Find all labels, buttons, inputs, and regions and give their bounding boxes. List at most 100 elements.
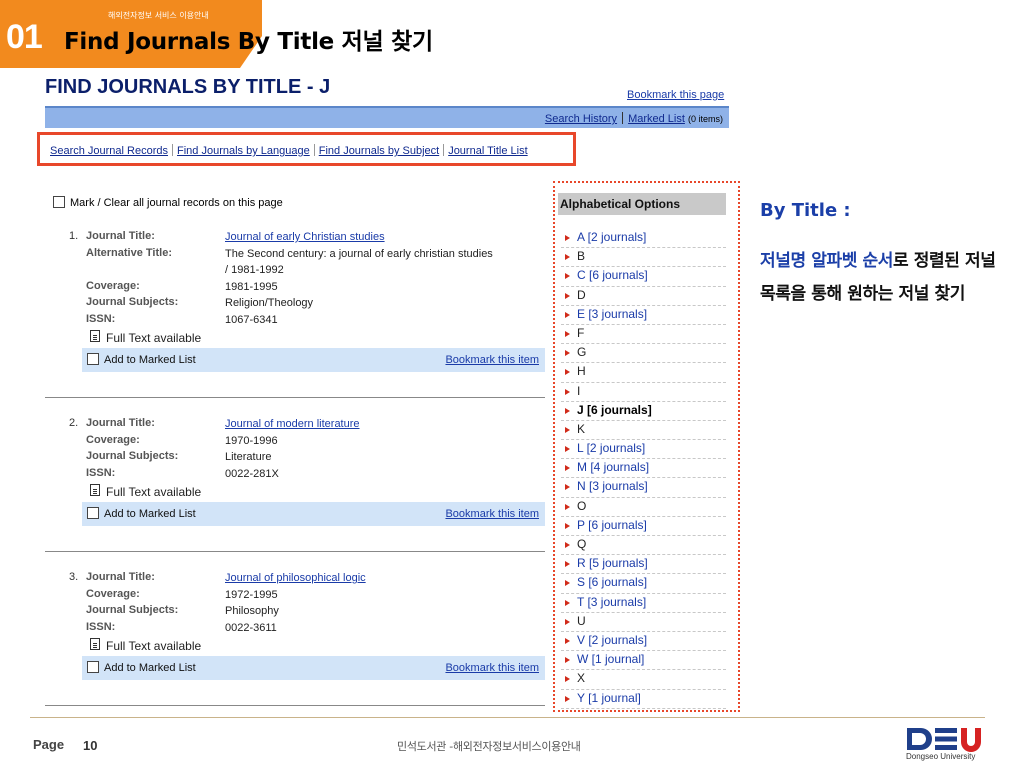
page-heading: FIND JOURNALS BY TITLE - J: [45, 76, 331, 98]
utility-links: Search History Marked List (0 items): [545, 112, 723, 125]
search-history-link[interactable]: Search History: [545, 113, 617, 125]
alpha-option[interactable]: A [2 journals]: [561, 229, 726, 249]
journal-nav-highlight: Search Journal Records Find Journals by L…: [37, 132, 576, 166]
journal-nav: Search Journal Records Find Journals by L…: [50, 144, 528, 157]
field-label: Journal Title:: [86, 571, 155, 583]
footer-caption: 민석도서관 -해외전자정보서비스이용안내: [397, 740, 581, 753]
bookmark-item-link[interactable]: Bookmark this item: [445, 508, 539, 520]
add-to-marked-list-checkbox[interactable]: [87, 353, 99, 365]
field-label: ISSN:: [86, 620, 116, 633]
alpha-option[interactable]: W [1 journal]: [561, 651, 726, 671]
alpha-option[interactable]: S [6 journals]: [561, 574, 726, 594]
alpha-option[interactable]: T [3 journals]: [561, 594, 726, 613]
alphabetical-options-list: A [2 journals] B C [6 journals] D E [3 journ…: [561, 229, 726, 709]
record-number: 1.: [69, 230, 79, 242]
field-value: Religion/Theology: [225, 297, 314, 309]
nav-find-by-language[interactable]: Find Journals by Language: [177, 145, 310, 157]
document-icon: [90, 330, 100, 342]
nav-search-journal-records[interactable]: Search Journal Records: [50, 145, 168, 157]
alpha-option[interactable]: C [6 journals]: [561, 267, 726, 287]
alpha-option[interactable]: M [4 journals]: [561, 459, 726, 479]
field-label: Coverage:: [86, 433, 140, 446]
field-value: 0022-281X: [225, 467, 279, 480]
alphabetical-options-heading: Alphabetical Options: [558, 193, 726, 215]
alpha-option: Q: [561, 536, 726, 556]
field-value: Literature: [225, 451, 272, 463]
field-label: Journal Subjects:: [86, 296, 179, 308]
alpha-option: O: [561, 498, 726, 517]
alpha-option: G: [561, 344, 726, 364]
add-to-marked-list[interactable]: Add to Marked List: [87, 507, 196, 520]
field-value: 0022-3611: [225, 621, 277, 634]
link-separator: [622, 112, 624, 124]
add-to-marked-list-label: Add to Marked List: [104, 662, 196, 674]
journal-title-link[interactable]: Journal of philosophical logic: [225, 570, 495, 586]
field-value: 1970-1996: [225, 434, 278, 447]
alpha-option: B: [561, 248, 726, 268]
alpha-option[interactable]: L [2 journals]: [561, 440, 726, 460]
alpha-option: H: [561, 363, 726, 383]
alpha-option: F: [561, 325, 726, 345]
description-title: By Title :: [760, 200, 851, 221]
add-to-marked-list-label: Add to Marked List: [104, 508, 196, 520]
footer-page-label: Page: [33, 737, 65, 752]
alphabetical-options-panel: Alphabetical Options A [2 journals] B C [6…: [553, 181, 740, 712]
bookmark-page-link[interactable]: Bookmark this page: [627, 89, 724, 101]
description-highlight: 저널명 알파벳 순서: [760, 251, 893, 271]
link-separator: [313, 144, 315, 156]
alpha-option[interactable]: P [6 journals]: [561, 517, 726, 536]
field-label: Journal Title:: [86, 417, 155, 429]
footer-divider: [30, 717, 985, 718]
field-value: 1972-1995: [225, 588, 278, 601]
marked-count: (0 items): [687, 114, 723, 124]
add-to-marked-list-checkbox[interactable]: [87, 507, 99, 519]
field-label: ISSN:: [86, 466, 116, 479]
record-divider: [45, 397, 545, 398]
full-text-indicator: Full Text available: [90, 330, 201, 345]
alpha-option[interactable]: E [3 journals]: [561, 306, 726, 325]
field-value: 1981-1995: [225, 280, 278, 293]
journal-title-link[interactable]: Journal of modern literature: [225, 416, 495, 432]
add-to-marked-list[interactable]: Add to Marked List: [87, 353, 196, 366]
journal-title-link[interactable]: Journal of early Christian studies: [225, 229, 495, 245]
add-to-marked-list-label: Add to Marked List: [104, 354, 196, 366]
alpha-option[interactable]: N [3 journals]: [561, 478, 726, 498]
alpha-option[interactable]: V [2 journals]: [561, 632, 726, 652]
record-action-bar: Add to Marked List Bookmark this item: [82, 656, 545, 680]
logo-caption: Dongseo University: [906, 752, 976, 761]
add-to-marked-list-checkbox[interactable]: [87, 661, 99, 673]
alpha-option[interactable]: Y [1 journal]: [561, 690, 726, 709]
full-text-label: Full Text available: [106, 639, 202, 653]
document-icon: [90, 638, 100, 650]
mark-all-row: Mark / Clear all journal records on this…: [53, 196, 283, 209]
link-separator: [172, 144, 174, 156]
add-to-marked-list[interactable]: Add to Marked List: [87, 661, 196, 674]
bookmark-item-link[interactable]: Bookmark this item: [445, 354, 539, 366]
slide-title: Find Journals By Title 저널 찾기: [64, 29, 433, 55]
field-label: Journal Subjects:: [86, 450, 179, 462]
alpha-option: K: [561, 421, 726, 441]
section-subtitle: 해외전자정보 서비스 이용안내: [108, 11, 209, 20]
field-value: Philosophy: [225, 605, 279, 617]
mark-all-checkbox[interactable]: [53, 196, 65, 208]
section-number: 01: [6, 18, 43, 56]
record-number: 2.: [69, 417, 79, 429]
utility-bar: Search History Marked List (0 items): [45, 106, 729, 128]
marked-list-link[interactable]: Marked List: [628, 113, 685, 125]
nav-journal-title-list[interactable]: Journal Title List: [448, 145, 527, 157]
field-label: Coverage:: [86, 279, 140, 292]
footer-page-number: 10: [83, 738, 98, 753]
full-text-indicator: Full Text available: [90, 484, 201, 499]
nav-find-by-subject[interactable]: Find Journals by Subject: [319, 145, 439, 157]
field-label: ISSN:: [86, 312, 116, 325]
bookmark-item-link[interactable]: Bookmark this item: [445, 662, 539, 674]
record-action-bar: Add to Marked List Bookmark this item: [82, 502, 545, 526]
record-number: 3.: [69, 571, 79, 583]
full-text-indicator: Full Text available: [90, 638, 201, 653]
alpha-option: U: [561, 613, 726, 632]
record-divider: [45, 551, 545, 552]
alpha-option[interactable]: R [5 journals]: [561, 555, 726, 575]
document-icon: [90, 484, 100, 496]
field-label: Alternative Title:: [86, 246, 172, 259]
field-label: Journal Title:: [86, 230, 155, 242]
